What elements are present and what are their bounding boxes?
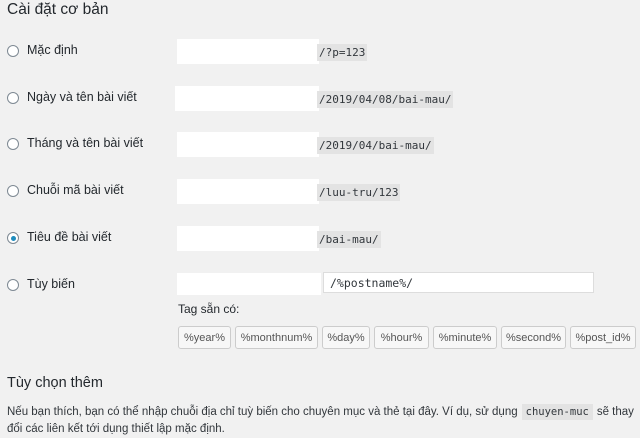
tag-hour-button[interactable]: %hour% — [374, 326, 429, 349]
radio-numeric[interactable] — [7, 185, 19, 197]
tag-year-button[interactable]: %year% — [178, 326, 231, 349]
permalink-option-post-name[interactable]: Tiêu đề bài viết /bai-mau/ — [0, 225, 640, 253]
tag-post-id-button[interactable]: %post_id% — [570, 326, 636, 349]
tag-monthnum-button[interactable]: %monthnum% — [235, 326, 318, 349]
option-label: Ngày và tên bài viết — [27, 90, 137, 104]
radio-month-name[interactable] — [7, 138, 19, 150]
permalink-option-month-name[interactable]: Tháng và tên bài viết /2019/04/bai-mau/ — [0, 131, 640, 159]
radio-custom[interactable] — [7, 279, 19, 291]
section-title: Cài đặt cơ bản — [7, 1, 109, 18]
option-label: Tiêu đề bài viết — [27, 230, 112, 244]
custom-structure-input[interactable] — [323, 272, 594, 293]
extra-options-title: Tùy chọn thêm — [7, 375, 103, 391]
url-prefix-blank — [175, 86, 319, 111]
option-label: Mặc định — [27, 43, 78, 57]
option-label: Chuỗi mã bài viết — [27, 183, 124, 197]
url-prefix-blank — [177, 179, 319, 204]
category-base-code: chuyen-muc — [521, 404, 593, 420]
url-prefix-blank — [177, 273, 321, 295]
structure-code: /bai-mau/ — [317, 231, 381, 248]
permalink-option-numeric[interactable]: Chuỗi mã bài viết /luu-tru/123 — [0, 178, 640, 206]
radio-default[interactable] — [7, 45, 19, 57]
permalink-option-day-name[interactable]: Ngày và tên bài viết /2019/04/08/bai-mau… — [0, 85, 640, 113]
tag-day-button[interactable]: %day% — [322, 326, 370, 349]
tag-second-button[interactable]: %second% — [501, 326, 566, 349]
extra-options-description: Nếu bạn thích, bạn có thể nhập chuỗi địa… — [7, 404, 640, 438]
tag-minute-button[interactable]: %minute% — [433, 326, 497, 349]
radio-post-name[interactable] — [7, 232, 19, 244]
structure-code: /luu-tru/123 — [317, 184, 401, 201]
url-prefix-blank — [177, 226, 319, 251]
permalink-option-default[interactable]: Mặc định /?p=123 — [0, 38, 640, 66]
permalink-option-custom[interactable]: Tùy biến — [0, 272, 640, 300]
description-text-1: Nếu bạn thích, bạn có thể nhập chuỗi địa… — [7, 406, 518, 418]
url-prefix-blank — [177, 132, 319, 157]
option-label: Tùy biến — [27, 277, 75, 291]
structure-code: /2019/04/bai-mau/ — [317, 137, 434, 154]
option-label: Tháng và tên bài viết — [27, 136, 144, 150]
available-tags-label: Tag sẵn có: — [178, 302, 240, 316]
structure-code: /?p=123 — [317, 44, 368, 61]
radio-day-name[interactable] — [7, 92, 19, 104]
structure-code: /2019/04/08/bai-mau/ — [317, 91, 454, 108]
url-prefix-blank — [177, 39, 319, 64]
